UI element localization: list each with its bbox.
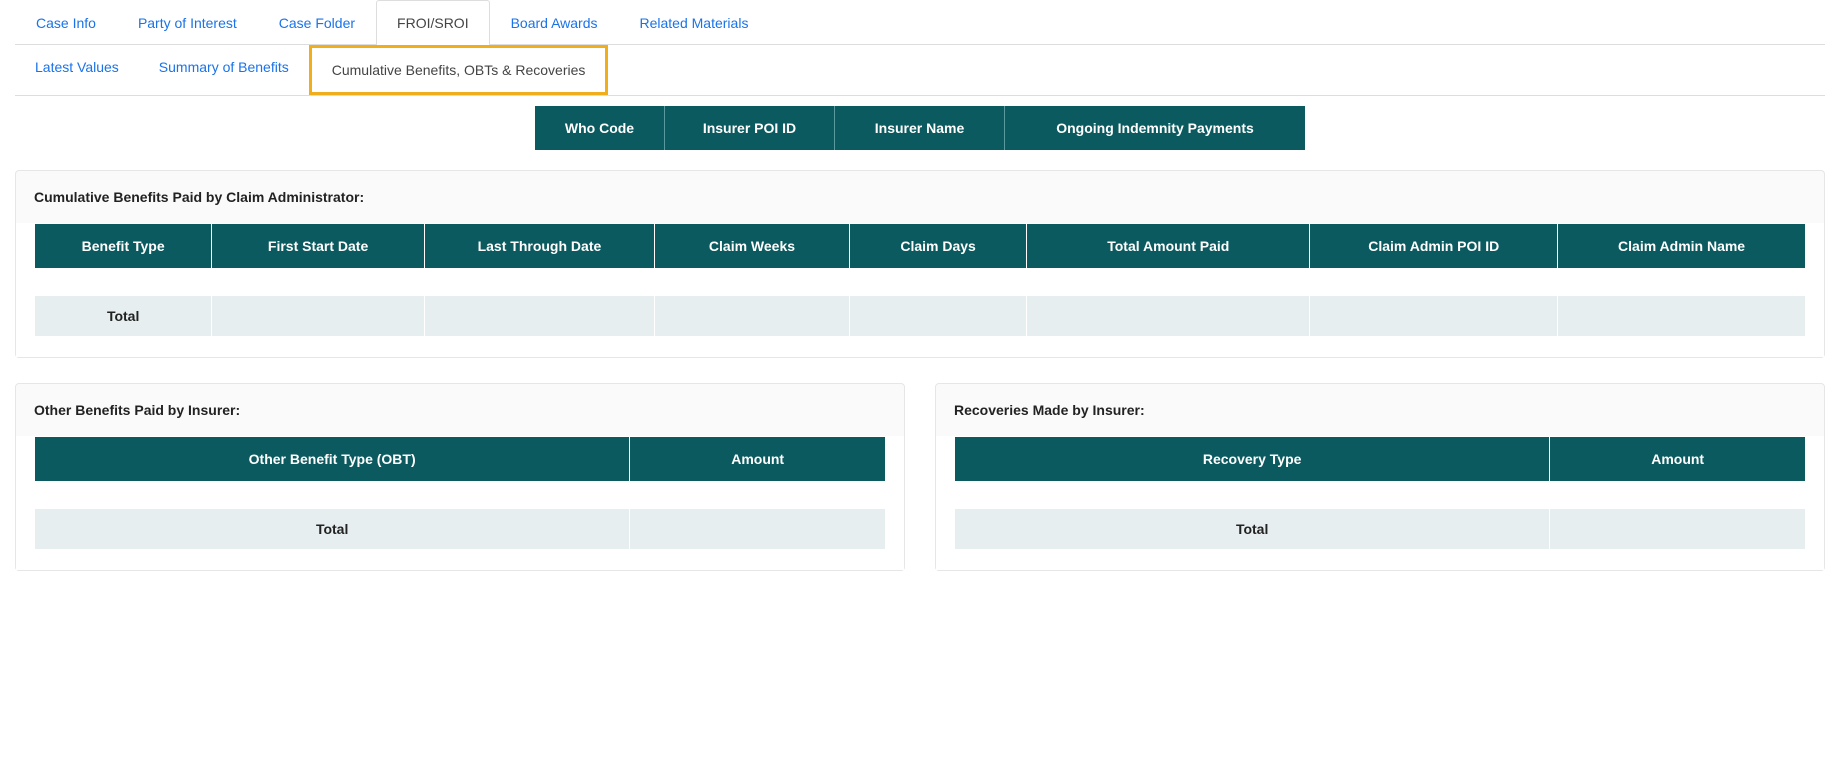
other-benefits-title: Other Benefits Paid by Insurer: bbox=[16, 384, 904, 436]
table-cell bbox=[850, 269, 1026, 295]
table-cell bbox=[1310, 296, 1557, 336]
th-total-amount-paid: Total Amount Paid bbox=[1027, 224, 1309, 268]
cumulative-benefits-title: Cumulative Benefits Paid by Claim Admini… bbox=[16, 171, 1824, 223]
table-cell bbox=[1558, 296, 1805, 336]
table-cell bbox=[212, 269, 424, 295]
th-amount: Amount bbox=[1550, 437, 1805, 481]
table-cell bbox=[212, 296, 424, 336]
info-header-who-code: Who Code bbox=[535, 106, 665, 150]
table-total-row: Total bbox=[35, 296, 1805, 336]
recoveries-panel: Recoveries Made by Insurer: Recovery Typ… bbox=[935, 383, 1825, 571]
table-cell bbox=[630, 482, 885, 508]
table-cell bbox=[655, 296, 849, 336]
th-claim-days: Claim Days bbox=[850, 224, 1026, 268]
recoveries-title: Recoveries Made by Insurer: bbox=[936, 384, 1824, 436]
th-claim-weeks: Claim Weeks bbox=[655, 224, 849, 268]
table-cell bbox=[655, 269, 849, 295]
th-claim-admin-poi-id: Claim Admin POI ID bbox=[1310, 224, 1557, 268]
th-amount: Amount bbox=[630, 437, 885, 481]
th-last-through-date: Last Through Date bbox=[425, 224, 654, 268]
table-cell bbox=[955, 482, 1549, 508]
table-cell bbox=[425, 269, 654, 295]
tab-party-of-interest[interactable]: Party of Interest bbox=[117, 0, 258, 45]
table-cell bbox=[35, 482, 629, 508]
subtab-summary-of-benefits[interactable]: Summary of Benefits bbox=[139, 45, 309, 95]
table-cell bbox=[35, 269, 211, 295]
table-cell bbox=[425, 296, 654, 336]
info-header-insurer-name: Insurer Name bbox=[835, 106, 1005, 150]
table-row bbox=[35, 482, 885, 508]
th-recovery-type: Recovery Type bbox=[955, 437, 1549, 481]
th-obt: Other Benefit Type (OBT) bbox=[35, 437, 629, 481]
tab-froi-sroi[interactable]: FROI/SROI bbox=[376, 0, 490, 45]
table-cell bbox=[630, 509, 885, 549]
other-benefits-table: Other Benefit Type (OBT) Amount Total bbox=[34, 436, 886, 550]
info-header-insurer-poi-id: Insurer POI ID bbox=[665, 106, 835, 150]
primary-tabs: Case Info Party of Interest Case Folder … bbox=[15, 0, 1825, 45]
table-total-row: Total bbox=[35, 509, 885, 549]
cumulative-benefits-panel: Cumulative Benefits Paid by Claim Admini… bbox=[15, 170, 1825, 358]
table-cell bbox=[1027, 296, 1309, 336]
total-label-cell: Total bbox=[35, 509, 629, 549]
table-cell bbox=[1310, 269, 1557, 295]
recoveries-table: Recovery Type Amount Total bbox=[954, 436, 1806, 550]
tab-related-materials[interactable]: Related Materials bbox=[619, 0, 770, 45]
th-first-start-date: First Start Date bbox=[212, 224, 424, 268]
table-total-row: Total bbox=[955, 509, 1805, 549]
tab-board-awards[interactable]: Board Awards bbox=[490, 0, 619, 45]
table-cell bbox=[1027, 269, 1309, 295]
secondary-tabs: Latest Values Summary of Benefits Cumula… bbox=[15, 45, 1825, 96]
th-benefit-type: Benefit Type bbox=[35, 224, 211, 268]
tab-case-folder[interactable]: Case Folder bbox=[258, 0, 376, 45]
subtab-cumulative[interactable]: Cumulative Benefits, OBTs & Recoveries bbox=[309, 45, 609, 95]
subtab-latest-values[interactable]: Latest Values bbox=[15, 45, 139, 95]
total-label-cell: Total bbox=[35, 296, 211, 336]
table-cell bbox=[1558, 269, 1805, 295]
tab-case-info[interactable]: Case Info bbox=[15, 0, 117, 45]
table-row bbox=[35, 269, 1805, 295]
cumulative-benefits-table: Benefit Type First Start Date Last Throu… bbox=[34, 223, 1806, 337]
info-header-ongoing: Ongoing Indemnity Payments bbox=[1005, 106, 1305, 150]
table-row bbox=[955, 482, 1805, 508]
other-benefits-panel: Other Benefits Paid by Insurer: Other Be… bbox=[15, 383, 905, 571]
table-cell bbox=[1550, 509, 1805, 549]
info-header-row: Who Code Insurer POI ID Insurer Name Ong… bbox=[15, 106, 1825, 150]
total-label-cell: Total bbox=[955, 509, 1549, 549]
table-cell bbox=[850, 296, 1026, 336]
table-cell bbox=[1550, 482, 1805, 508]
th-claim-admin-name: Claim Admin Name bbox=[1558, 224, 1805, 268]
